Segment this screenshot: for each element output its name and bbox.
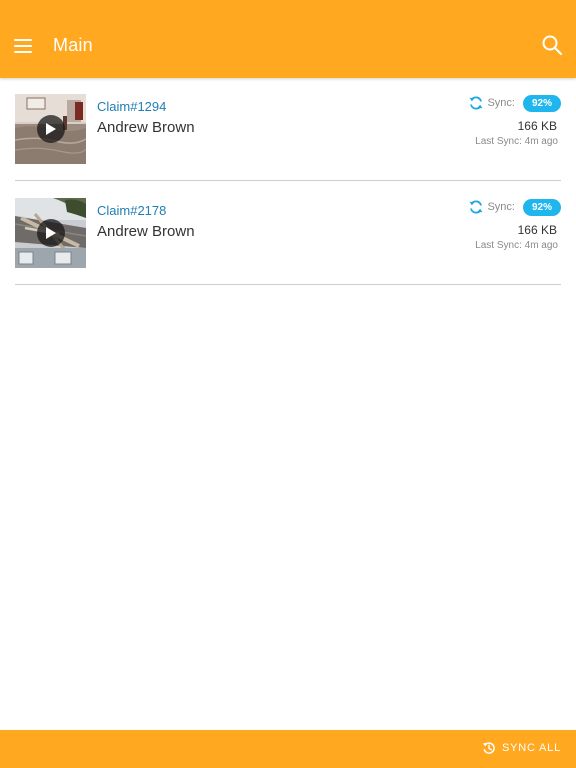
sync-all-button[interactable]: SYNC ALL (482, 741, 561, 755)
file-size: 166 KB (517, 223, 557, 237)
sync-progress-badge: 92% (522, 94, 561, 112)
claim-list-item[interactable]: Claim#1294 Andrew Brown Sync: 92% 166 KB… (15, 78, 561, 181)
last-sync-time: Last Sync: 4m ago (475, 136, 558, 147)
search-icon[interactable] (540, 33, 564, 57)
flooded-room-thumbnail[interactable] (15, 94, 86, 164)
play-icon[interactable] (37, 219, 65, 247)
bottom-bar: SYNC ALL (0, 730, 576, 768)
sync-progress-badge: 92% (522, 198, 561, 216)
claimant-name: Andrew Brown (97, 119, 195, 136)
sync-icon (469, 96, 483, 110)
sync-status: Sync: 92% (468, 198, 561, 216)
play-icon[interactable] (37, 115, 65, 143)
history-icon (482, 742, 495, 754)
sync-label: Sync: (487, 97, 515, 109)
page-title: Main (53, 35, 93, 55)
sync-icon (469, 200, 483, 214)
hamburger-menu-icon[interactable] (11, 34, 35, 58)
sync-label: Sync: (487, 201, 515, 213)
last-sync-time: Last Sync: 4m ago (475, 240, 558, 251)
fallen-tree-roof-thumbnail[interactable] (15, 198, 86, 268)
claimant-name: Andrew Brown (97, 223, 195, 240)
app-bar: Main (0, 0, 576, 78)
sync-status: Sync: 92% (468, 94, 561, 112)
sync-all-label: SYNC ALL (502, 742, 561, 754)
claim-id-link[interactable]: Claim#2178 (97, 203, 166, 218)
claim-list-item[interactable]: Claim#2178 Andrew Brown Sync: 92% 166 KB… (15, 182, 561, 285)
claim-id-link[interactable]: Claim#1294 (97, 99, 166, 114)
file-size: 166 KB (517, 119, 557, 133)
